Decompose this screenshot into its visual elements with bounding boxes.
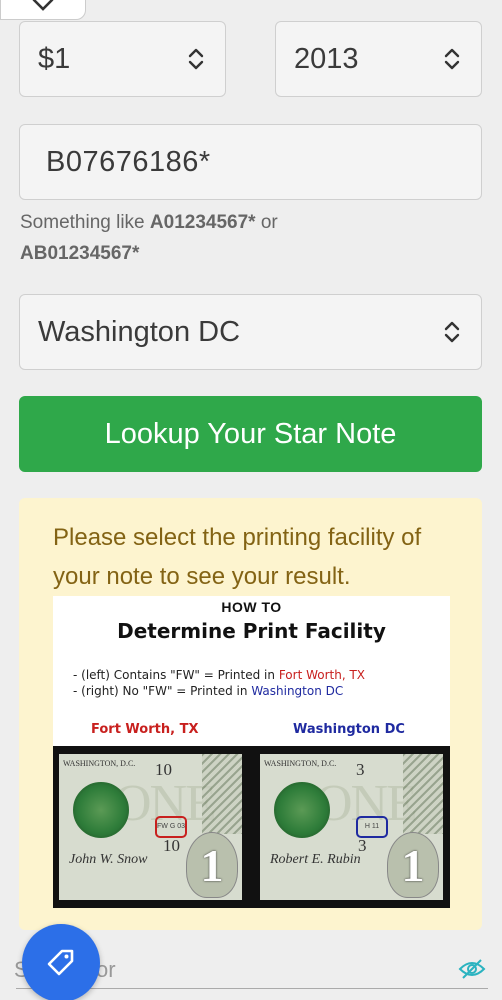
lookup-button[interactable]: Lookup Your Star Note — [19, 396, 482, 472]
collapse-toggle[interactable] — [0, 0, 86, 20]
facility-notice: Please select the printing facility of y… — [19, 498, 482, 930]
bill-foliage — [202, 754, 242, 834]
bill-portrait: 1 — [387, 832, 439, 898]
serial-hint: Something like A01234567* or AB01234567* — [20, 207, 460, 269]
hint-middle: or — [255, 212, 278, 233]
print-facility-guide-image: HOW TO Determine Print Facility - (left)… — [53, 596, 450, 908]
bill-left: ONE WASHINGTON, D.C. 10 10 FW G 03 John … — [59, 754, 242, 900]
guide-line-2: - (right) No "FW" = Printed in Washingto… — [73, 684, 343, 698]
bill-plate-number: 10 — [163, 836, 180, 855]
select-arrows-icon — [188, 48, 204, 70]
bill-bank-name: WASHINGTON, D.C. — [264, 759, 337, 768]
bill-plate-number: 3 — [356, 760, 365, 779]
facility-select[interactable]: Washington DC — [19, 294, 482, 370]
eye-icon[interactable] — [458, 958, 486, 980]
guide-title: Determine Print Facility — [117, 619, 386, 643]
bill-comparison: ONE WASHINGTON, D.C. 10 10 FW G 03 John … — [53, 746, 450, 908]
year-select[interactable]: 2013 — [275, 21, 482, 97]
guide-howto: HOW TO — [221, 599, 282, 615]
bill-signature: John W. Snow — [69, 852, 148, 867]
denomination-select[interactable]: $1 — [19, 21, 226, 97]
guide-line-1-place: Fort Worth, TX — [278, 668, 366, 682]
bill-fw-box: FW G 03 — [155, 816, 187, 838]
serial-number-input[interactable]: B07676186* — [19, 124, 482, 200]
bill-signature: Robert E. Rubin — [270, 852, 361, 867]
hint-prefix: Something like — [20, 212, 150, 233]
facility-value: Washington DC — [38, 315, 241, 348]
guide-left-label: Fort Worth, TX — [91, 722, 199, 737]
guide-right-label: Washington DC — [293, 722, 405, 737]
bill-bank-name: WASHINGTON, D.C. — [63, 759, 136, 768]
guide-line-2-place: Washington DC — [251, 684, 344, 698]
chevron-down-icon — [32, 0, 54, 11]
serial-number-value: B07676186* — [46, 145, 211, 178]
year-value: 2013 — [294, 42, 359, 75]
guide-line-1: - (left) Contains "FW" = Printed in Fort… — [73, 668, 365, 682]
tag-button[interactable] — [22, 924, 100, 1000]
notice-message: Please select the printing facility of y… — [53, 524, 422, 590]
tag-icon — [47, 949, 74, 976]
guide-line-1-text: - (left) Contains "FW" = Printed in — [73, 668, 279, 682]
guide-line-2-text: - (right) No "FW" = Printed in — [73, 684, 252, 698]
hint-example-2: AB01234567* — [20, 243, 140, 264]
bill-dc-box: H 11 — [356, 816, 388, 838]
select-arrows-icon — [444, 48, 460, 70]
hint-example-1: A01234567* — [149, 212, 256, 233]
bill-plate-number: 10 — [155, 760, 172, 779]
bill-foliage — [403, 754, 443, 834]
bill-right: ONE WASHINGTON, D.C. 3 3 H 11 Robert E. … — [260, 754, 443, 900]
bill-portrait: 1 — [186, 832, 238, 898]
select-arrows-icon — [444, 321, 460, 343]
treasury-seal — [73, 782, 129, 838]
treasury-seal — [274, 782, 330, 838]
denomination-value: $1 — [38, 42, 71, 75]
